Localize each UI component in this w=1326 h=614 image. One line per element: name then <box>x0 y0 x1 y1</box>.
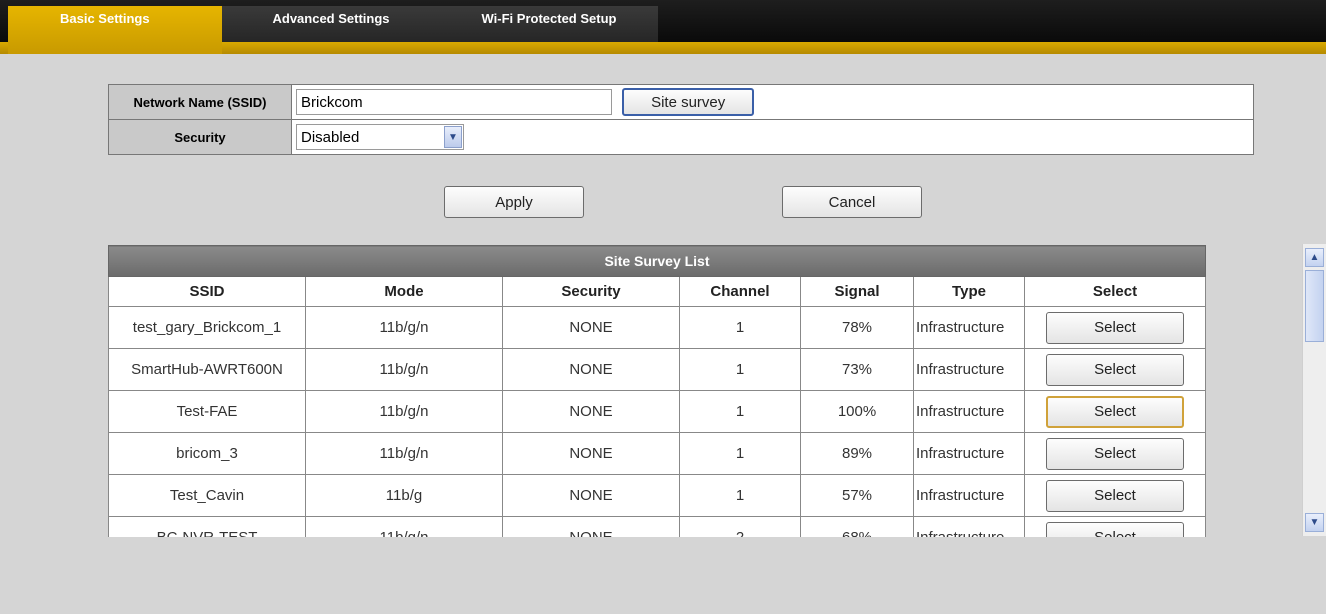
cell-security: NONE <box>502 432 680 475</box>
select-network-button[interactable]: Select <box>1046 479 1184 512</box>
apply-button[interactable]: Apply <box>444 186 584 218</box>
select-network-button[interactable]: Select <box>1046 353 1184 386</box>
cell-ssid: SmartHub-AWRT600N <box>108 348 306 391</box>
cell-select: Select <box>1024 306 1206 349</box>
cell-ssid: test_gary_Brickcom_1 <box>108 306 306 349</box>
cell-type: Infrastructure <box>913 348 1025 391</box>
column-header-ssid: SSID <box>108 276 306 307</box>
cell-security: NONE <box>502 390 680 433</box>
table-row: test_gary_Brickcom_1 11b/g/n NONE 1 78% Infra… <box>108 306 1206 349</box>
cell-type: Infrastructure <box>913 432 1025 475</box>
security-select-value: Disabled <box>301 128 360 146</box>
cell-mode: 11b/g/n <box>305 348 503 391</box>
cell-channel: 1 <box>679 306 801 349</box>
cell-signal: 73% <box>800 348 914 391</box>
cell-type: Infrastructure <box>913 390 1025 433</box>
cell-channel: 2 <box>679 516 801 537</box>
cell-select: Select <box>1024 348 1206 391</box>
ssid-input[interactable] <box>296 89 612 115</box>
cell-channel: 1 <box>679 348 801 391</box>
cell-ssid: Test_Cavin <box>108 474 306 517</box>
cell-mode: 11b/g/n <box>305 306 503 349</box>
select-network-button[interactable]: Select <box>1046 521 1184 537</box>
scrollbar-thumb[interactable] <box>1305 270 1324 342</box>
select-network-button[interactable]: Select <box>1046 437 1184 470</box>
site-survey-list-panel: Site Survey List SSID Mode Security Chan… <box>108 245 1206 537</box>
security-cell: Disabled ▼ <box>291 119 1254 155</box>
security-select[interactable]: Disabled ▼ <box>296 124 464 150</box>
ssid-label: Network Name (SSID) <box>108 84 292 120</box>
ssid-cell: Site survey <box>291 84 1254 120</box>
cell-mode: 11b/g <box>305 474 503 517</box>
cell-type: Infrastructure <box>913 474 1025 517</box>
table-row: SmartHub-AWRT600N 11b/g/n NONE 1 73% Infrastr… <box>108 348 1206 391</box>
top-navigation-bar: Advanced Settings Wi-Fi Protected Setup … <box>0 0 1326 54</box>
column-header-security: Security <box>502 276 680 307</box>
wireless-settings-form: Network Name (SSID) Site survey Security… <box>108 84 1254 155</box>
tab-advanced-settings[interactable]: Advanced Settings <box>222 6 440 42</box>
scroll-down-arrow-icon[interactable]: ▼ <box>1305 513 1324 532</box>
cell-security: NONE <box>502 516 680 537</box>
cell-mode: 11b/g/n <box>305 390 503 433</box>
cancel-button[interactable]: Cancel <box>782 186 922 218</box>
column-header-signal: Signal <box>800 276 914 307</box>
chevron-down-icon[interactable]: ▼ <box>444 126 462 148</box>
select-network-button[interactable]: Select <box>1046 395 1184 428</box>
cell-type: Infrastructure <box>913 306 1025 349</box>
cell-select: Select <box>1024 432 1206 475</box>
tab-wifi-protected-setup[interactable]: Wi-Fi Protected Setup <box>440 6 658 42</box>
table-header-row: SSID Mode Security Channel Signal Type S… <box>108 276 1206 307</box>
cell-signal: 78% <box>800 306 914 349</box>
cell-signal: 100% <box>800 390 914 433</box>
cell-channel: 1 <box>679 390 801 433</box>
site-survey-button[interactable]: Site survey <box>622 88 755 116</box>
column-header-channel: Channel <box>679 276 801 307</box>
select-network-button[interactable]: Select <box>1046 311 1184 344</box>
cell-select: Select <box>1024 390 1206 433</box>
table-row: BC-NVR-TEST11b/g/nNONE268%Infrastructure… <box>108 516 1206 537</box>
security-label: Security <box>108 119 292 155</box>
cell-ssid: BC-NVR-TEST <box>108 516 306 537</box>
cell-security: NONE <box>502 474 680 517</box>
cell-signal: 68% <box>800 516 914 537</box>
column-header-mode: Mode <box>305 276 503 307</box>
cell-signal: 89% <box>800 432 914 475</box>
tab-basic-settings[interactable]: Basic Settings <box>8 6 222 54</box>
cell-security: NONE <box>502 348 680 391</box>
cell-mode: 11b/g/n <box>305 516 503 537</box>
site-survey-title: Site Survey List <box>108 245 1206 277</box>
table-row: Test-FAE 11b/g/n NONE 1 100% Infrastructure Se… <box>108 390 1206 433</box>
cell-ssid: bricom_3 <box>108 432 306 475</box>
cell-mode: 11b/g/n <box>305 432 503 475</box>
column-header-select: Select <box>1024 276 1206 307</box>
vertical-scrollbar[interactable]: ▲ ▼ <box>1302 244 1326 536</box>
cell-select: Select <box>1024 516 1206 537</box>
table-row: Test_Cavin 11b/g NONE 1 57% Infrastructure Sel… <box>108 474 1206 517</box>
scroll-up-arrow-icon[interactable]: ▲ <box>1305 248 1324 267</box>
cell-channel: 1 <box>679 474 801 517</box>
cell-type: Infrastructure <box>913 516 1025 537</box>
cell-ssid: Test-FAE <box>108 390 306 433</box>
table-row: bricom_3 11b/g/n NONE 1 89% Infrastructure Sel… <box>108 432 1206 475</box>
column-header-type: Type <box>913 276 1025 307</box>
cell-channel: 1 <box>679 432 801 475</box>
cell-signal: 57% <box>800 474 914 517</box>
cell-security: NONE <box>502 306 680 349</box>
site-survey-table: Site Survey List SSID Mode Security Chan… <box>108 245 1206 537</box>
cell-select: Select <box>1024 474 1206 517</box>
